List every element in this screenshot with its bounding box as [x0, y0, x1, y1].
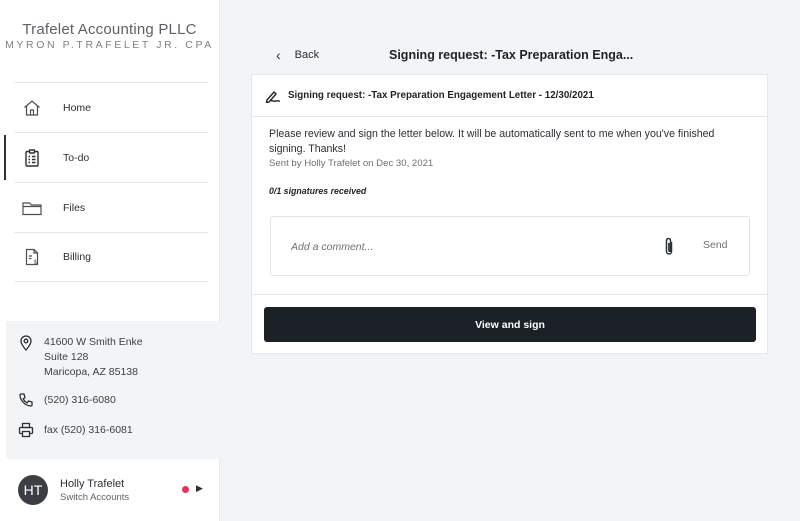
view-and-sign-button[interactable]: View and sign: [264, 307, 756, 342]
sidebar-item-home[interactable]: Home: [14, 82, 208, 132]
chevron-left-icon: ‹: [276, 47, 281, 63]
sidebar-item-files[interactable]: Files: [14, 182, 208, 232]
comment-box: Send: [270, 216, 750, 276]
address-text: 41600 W Smith Enke Suite 128 Maricopa, A…: [44, 335, 143, 380]
page-title: Signing request: -Tax Preparation Enga..…: [389, 48, 634, 62]
brand: Trafelet Accounting PLLC MYRON P.TRAFELE…: [0, 0, 219, 82]
sent-by: Sent by Holly Trafelet on Dec 30, 2021: [269, 158, 434, 169]
contact-info: 41600 W Smith Enke Suite 128 Maricopa, A…: [6, 321, 220, 459]
card-title: Signing request: -Tax Preparation Engage…: [288, 90, 594, 101]
address-line: Suite 128: [44, 351, 89, 363]
sidebar-item-label: Billing: [63, 251, 92, 263]
sidebar-item-label: Home: [63, 101, 92, 114]
brand-title: Trafelet Accounting PLLC: [22, 21, 197, 38]
sidebar-item-billing[interactable]: $ Billing: [14, 232, 208, 282]
phone-number: (520) 316-6080: [44, 394, 116, 406]
back-label: Back: [294, 49, 320, 61]
phone-icon: [18, 392, 34, 408]
home-icon: [20, 96, 44, 120]
address: 41600 W Smith Enke Suite 128 Maricopa, A…: [18, 335, 220, 380]
printer-icon: [18, 422, 34, 438]
address-line: Maricopa, AZ 85138: [44, 366, 138, 378]
back-button[interactable]: ‹ Back: [276, 48, 319, 62]
phone-row[interactable]: (520) 316-6080: [18, 392, 220, 408]
paperclip-icon[interactable]: [662, 236, 676, 258]
comment-input[interactable]: [291, 237, 631, 257]
brand-subtitle: MYRON P.TRAFELET JR. CPA: [5, 39, 214, 51]
folder-icon: [20, 196, 44, 220]
fax-row: fax (520) 316-6081: [18, 422, 220, 438]
signing-request-card: Signing request: -Tax Preparation Engage…: [251, 74, 768, 354]
account-switcher[interactable]: HT Holly Trafelet Switch Accounts ▶: [0, 459, 220, 521]
chevron-right-icon: ▶: [196, 483, 203, 493]
divider: [252, 294, 767, 295]
sidebar-nav: Home To-do Files $ Billing: [4, 82, 208, 282]
user-text: Holly Trafelet Switch Accounts: [60, 478, 129, 503]
sidebar-item-label: To-do: [63, 151, 90, 164]
avatar: HT: [18, 475, 48, 505]
signature-count: 0/1 signatures received: [269, 186, 367, 196]
invoice-icon: $: [20, 245, 44, 269]
clipboard-icon: [20, 146, 44, 170]
fax-number: fax (520) 316-6081: [44, 424, 133, 436]
sidebar-item-todo[interactable]: To-do: [4, 132, 208, 182]
switch-accounts-label: Switch Accounts: [60, 491, 130, 503]
notification-dot: [182, 486, 189, 493]
card-body: Please review and sign the letter below.…: [252, 117, 767, 196]
card-header: Signing request: -Tax Preparation Engage…: [252, 75, 767, 117]
address-line: 41600 W Smith Enke: [44, 336, 143, 348]
sidebar-item-label: Files: [63, 201, 86, 214]
signature-pen-icon: [265, 89, 281, 103]
sidebar: Trafelet Accounting PLLC MYRON P.TRAFELE…: [0, 0, 220, 521]
svg-text:$: $: [34, 259, 38, 266]
user-name: Holly Trafelet: [60, 477, 125, 490]
page-header: ‹ Back Signing request: -Tax Preparation…: [220, 40, 800, 72]
request-message: Please review and sign the letter below.…: [269, 128, 715, 155]
send-button[interactable]: Send: [703, 239, 728, 251]
location-pin-icon: [18, 335, 34, 351]
